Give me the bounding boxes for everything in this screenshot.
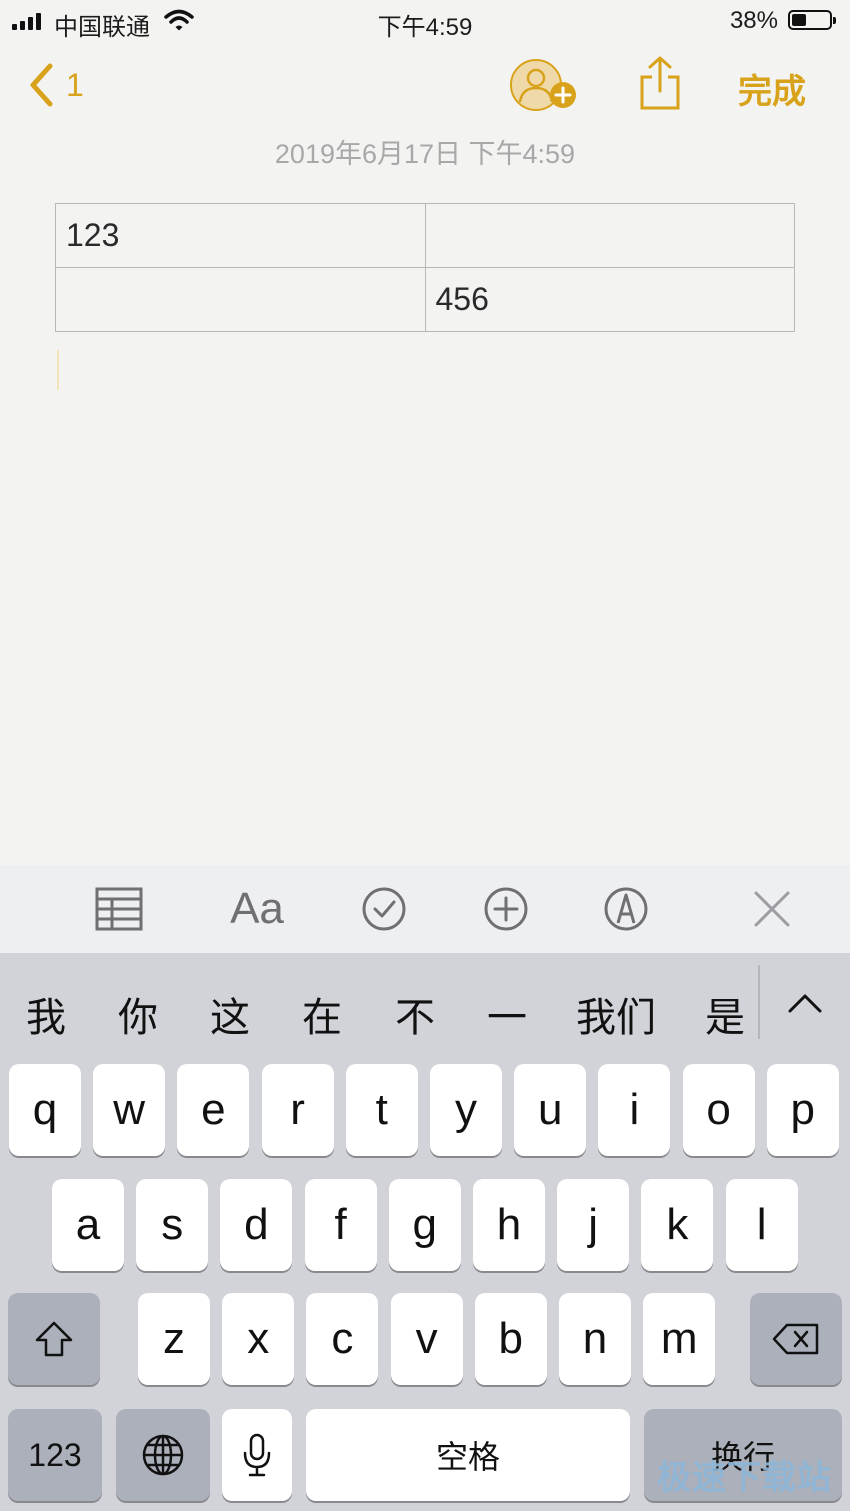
- note-table[interactable]: 123 456: [55, 203, 795, 332]
- numbers-key[interactable]: 123: [8, 1409, 102, 1501]
- key-l[interactable]: l: [725, 1179, 798, 1271]
- done-button[interactable]: 完成: [738, 64, 806, 113]
- markup-button[interactable]: [600, 879, 652, 939]
- key-s[interactable]: s: [136, 1179, 209, 1271]
- insert-button[interactable]: [480, 879, 532, 939]
- table-cell[interactable]: [424, 203, 795, 268]
- candidate-divider: [758, 965, 760, 1039]
- key-u[interactable]: u: [514, 1064, 587, 1156]
- key-x[interactable]: x: [222, 1293, 295, 1385]
- table-cell[interactable]: 456: [424, 267, 795, 332]
- share-icon[interactable]: [638, 55, 682, 111]
- status-time: 下午4:59: [377, 14, 473, 41]
- text-format-button[interactable]: Aa: [222, 879, 292, 939]
- space-key[interactable]: 空格: [306, 1409, 630, 1501]
- globe-icon: [142, 1434, 184, 1476]
- delete-key[interactable]: [750, 1293, 842, 1385]
- add-icon: [484, 887, 528, 931]
- checklist-icon: [362, 887, 406, 931]
- battery-percent: 38%: [729, 7, 778, 34]
- key-t[interactable]: t: [345, 1064, 418, 1156]
- candidate-word[interactable]: 这: [210, 985, 250, 1043]
- text-cursor: [57, 350, 59, 390]
- checklist-button[interactable]: [358, 879, 410, 939]
- candidate-word[interactable]: 一: [487, 985, 527, 1043]
- keyboard: 我 你 这 在 不 一 我们 是 qwertyuiop asdfghjkl zx…: [0, 953, 850, 1511]
- note-date: 2019年6月17日 下午4:59: [274, 139, 576, 169]
- key-w[interactable]: w: [93, 1064, 166, 1156]
- back-count: 1: [66, 66, 84, 103]
- key-e[interactable]: e: [177, 1064, 250, 1156]
- text-format-icon: Aa: [230, 884, 284, 933]
- key-g[interactable]: g: [388, 1179, 461, 1271]
- table-row: 456: [55, 267, 795, 332]
- globe-key[interactable]: [116, 1409, 210, 1501]
- key-n[interactable]: n: [559, 1293, 631, 1385]
- battery-fill: [792, 14, 806, 26]
- key-y[interactable]: y: [430, 1064, 502, 1156]
- markup-icon: [604, 887, 648, 931]
- candidate-word[interactable]: 你: [118, 985, 158, 1043]
- key-c[interactable]: c: [306, 1293, 379, 1385]
- key-i[interactable]: i: [598, 1064, 671, 1156]
- chevron-up-icon[interactable]: [786, 991, 824, 1015]
- dictation-key[interactable]: [222, 1409, 292, 1501]
- status-bar: 中国联通 下午4:59 38%: [0, 0, 850, 42]
- key-q[interactable]: q: [9, 1064, 81, 1156]
- add-people-icon[interactable]: [510, 58, 580, 114]
- candidate-word[interactable]: 是: [705, 985, 745, 1043]
- candidate-word[interactable]: 不: [395, 985, 435, 1043]
- table-cell[interactable]: 123: [55, 203, 426, 268]
- table-cell[interactable]: [55, 267, 426, 332]
- key-d[interactable]: d: [220, 1179, 293, 1271]
- table-row: 123: [55, 203, 795, 268]
- key-k[interactable]: k: [641, 1179, 714, 1271]
- close-toolbar-button[interactable]: [748, 879, 796, 939]
- key-m[interactable]: m: [643, 1293, 716, 1385]
- format-toolbar: Aa: [0, 865, 850, 953]
- watermark: 极速下载站: [657, 1459, 832, 1497]
- battery-icon: [788, 10, 836, 30]
- key-z[interactable]: z: [138, 1293, 210, 1385]
- close-icon: [754, 891, 790, 927]
- key-j[interactable]: j: [557, 1179, 630, 1271]
- key-o[interactable]: o: [682, 1064, 755, 1156]
- key-a[interactable]: a: [52, 1179, 124, 1271]
- chevron-left-icon: [30, 63, 53, 107]
- note-paper: [0, 0, 850, 865]
- microphone-icon: [243, 1433, 271, 1477]
- candidate-bar: 我 你 这 在 不 一 我们 是: [0, 953, 850, 1061]
- key-f[interactable]: f: [304, 1179, 377, 1271]
- key-b[interactable]: b: [474, 1293, 547, 1385]
- key-h[interactable]: h: [473, 1179, 545, 1271]
- key-r[interactable]: r: [261, 1064, 334, 1156]
- backspace-icon: [772, 1323, 819, 1355]
- key-p[interactable]: p: [766, 1064, 839, 1156]
- candidate-word[interactable]: 在: [302, 985, 342, 1043]
- table-icon: [95, 887, 143, 931]
- table-button[interactable]: [92, 879, 146, 939]
- candidate-word[interactable]: 我们: [576, 985, 656, 1043]
- shift-icon: [35, 1321, 73, 1357]
- key-v[interactable]: v: [390, 1293, 463, 1385]
- candidate-word[interactable]: 我: [26, 985, 66, 1043]
- shift-key[interactable]: [8, 1293, 100, 1385]
- back-button[interactable]: 1: [28, 60, 84, 110]
